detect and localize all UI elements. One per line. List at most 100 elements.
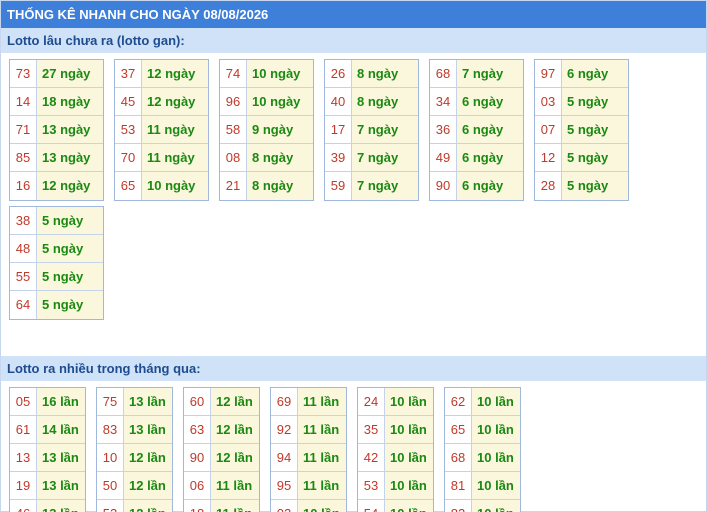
lotto-number: 73 — [10, 60, 37, 87]
lotto-number: 95 — [271, 472, 298, 499]
lotto-count: 12 lần — [124, 444, 172, 471]
table-row: 58 9 ngày — [220, 116, 313, 144]
lotto-count: 13 lần — [37, 444, 85, 471]
nhieu-group: 6210 lần6510 lần6810 lần8110 lần8210 lần — [444, 387, 521, 512]
lotto-number: 90 — [184, 444, 211, 471]
lotto-count: 6 ngày — [457, 116, 523, 143]
lotto-number: 55 — [10, 263, 37, 290]
lotto-count: 10 ngày — [142, 172, 208, 200]
lotto-count: 5 ngày — [37, 207, 103, 234]
gan-group: 68 7 ngày 34 6 ngày 36 6 ngày 49 6 ngày 90 6 ngày — [429, 59, 524, 201]
lotto-number: 63 — [184, 416, 211, 443]
lotto-count: 12 lần — [211, 388, 259, 415]
table-row: 36 6 ngày — [430, 116, 523, 144]
table-row: 74 10 ngày — [220, 60, 313, 88]
nhieu-group: 0516 lần6114 lần1313 lần1913 lần4613 lần — [9, 387, 86, 512]
table-row: 90 6 ngày — [430, 172, 523, 200]
gan-group: 38 5 ngày 48 5 ngày 55 5 ngày 64 5 ngày — [9, 206, 104, 320]
lotto-number: 14 — [10, 88, 37, 115]
table-row: 68 7 ngày — [430, 60, 523, 88]
lotto-count: 7 ngày — [352, 172, 418, 200]
lotto-number: 06 — [184, 472, 211, 499]
table-row: 8210 lần — [445, 500, 520, 512]
nhieu-group: 6911 lần9211 lần9411 lần9511 lần0210 lần — [270, 387, 347, 512]
lotto-count: 11 lần — [298, 472, 346, 499]
table-row: 92 11 lần — [271, 416, 346, 444]
lotto-count: 13 lần — [37, 500, 85, 512]
lotto-number: 05 — [10, 388, 37, 415]
lotto-count: 8 ngày — [352, 88, 418, 115]
table-row: 07 5 ngày — [535, 116, 628, 144]
table-row: 08 8 ngày — [220, 144, 313, 172]
table-row: 10 12 lần — [97, 444, 172, 472]
lotto-number: 50 — [97, 472, 124, 499]
lotto-number: 53 — [358, 472, 385, 499]
table-row: 48 5 ngày — [10, 235, 103, 263]
lotto-number: 28 — [535, 172, 562, 200]
table-row: 61 14 lần — [10, 416, 85, 444]
lotto-number: 82 — [445, 500, 472, 512]
lotto-number: 96 — [220, 88, 247, 115]
lotto-number: 18 — [184, 500, 211, 512]
lotto-number: 74 — [220, 60, 247, 87]
table-row: 5212 lần — [97, 500, 172, 512]
lotto-number: 38 — [10, 207, 37, 234]
lotto-number: 17 — [325, 116, 352, 143]
table-row: 59 7 ngày — [325, 172, 418, 200]
lotto-number: 61 — [10, 416, 37, 443]
lotto-count: 12 lần — [124, 500, 172, 512]
lotto-count: 12 ngày — [142, 60, 208, 87]
lotto-number: 65 — [445, 416, 472, 443]
table-row: 49 6 ngày — [430, 144, 523, 172]
lotto-count: 10 lần — [385, 388, 433, 415]
lotto-count: 13 ngày — [37, 116, 103, 143]
table-row: 50 12 lần — [97, 472, 172, 500]
lotto-count: 11 lần — [298, 444, 346, 471]
lotto-number: 92 — [271, 416, 298, 443]
lotto-count: 5 ngày — [37, 235, 103, 262]
table-row: 13 13 lần — [10, 444, 85, 472]
lotto-number: 71 — [10, 116, 37, 143]
lotto-count: 11 lần — [211, 472, 259, 499]
table-row: 39 7 ngày — [325, 144, 418, 172]
lotto-number: 26 — [325, 60, 352, 87]
table-row: 45 12 ngày — [115, 88, 208, 116]
table-row: 96 10 ngày — [220, 88, 313, 116]
lotto-count: 10 lần — [298, 500, 346, 512]
lotto-count: 7 ngày — [457, 60, 523, 87]
lotto-count: 11 lần — [298, 388, 346, 415]
lotto-count: 11 ngày — [142, 116, 208, 143]
lotto-count: 6 ngày — [457, 172, 523, 200]
table-row: 75 13 lần — [97, 388, 172, 416]
lotto-count: 10 lần — [385, 444, 433, 471]
lotto-count: 13 lần — [124, 416, 172, 443]
nhieu-group: 7513 lần8313 lần1012 lần5012 lần5212 lần — [96, 387, 173, 512]
lotto-number: 70 — [115, 144, 142, 171]
lotto-number: 60 — [184, 388, 211, 415]
lotto-number: 83 — [97, 416, 124, 443]
nhieu-groups: 0516 lần6114 lần1313 lần1913 lần4613 lần… — [1, 381, 706, 512]
table-row: 65 10 lần — [445, 416, 520, 444]
nhieu-group: 2410 lần3510 lần4210 lần5310 lần5410 lần — [357, 387, 434, 512]
lotto-count: 13 ngày — [37, 144, 103, 171]
lotto-count: 27 ngày — [37, 60, 103, 87]
lotto-number: 13 — [10, 444, 37, 471]
lotto-count: 12 lần — [124, 472, 172, 499]
lotto-number: 85 — [10, 144, 37, 171]
table-row: 60 12 lần — [184, 388, 259, 416]
table-row: 5410 lần — [358, 500, 433, 512]
gan-groups: 73 27 ngày 14 18 ngày 71 13 ngày 85 13 ngày 16 12… — [1, 53, 706, 356]
table-row: 35 10 lần — [358, 416, 433, 444]
table-row: 73 27 ngày — [10, 60, 103, 88]
table-row: 53 11 ngày — [115, 116, 208, 144]
table-row: 14 18 ngày — [10, 88, 103, 116]
section-heading-gan: Lotto lâu chưa ra (lotto gan): — [1, 28, 706, 53]
table-row: 95 11 lần — [271, 472, 346, 500]
lotto-count: 10 lần — [472, 416, 520, 443]
stats-panel: THỐNG KÊ NHANH CHO NGÀY 08/08/2026 Lotto… — [0, 0, 707, 512]
lotto-count: 5 ngày — [562, 88, 628, 115]
lotto-count: 6 ngày — [457, 144, 523, 171]
lotto-number: 97 — [535, 60, 562, 87]
lotto-number: 10 — [97, 444, 124, 471]
table-row: 28 5 ngày — [535, 172, 628, 200]
